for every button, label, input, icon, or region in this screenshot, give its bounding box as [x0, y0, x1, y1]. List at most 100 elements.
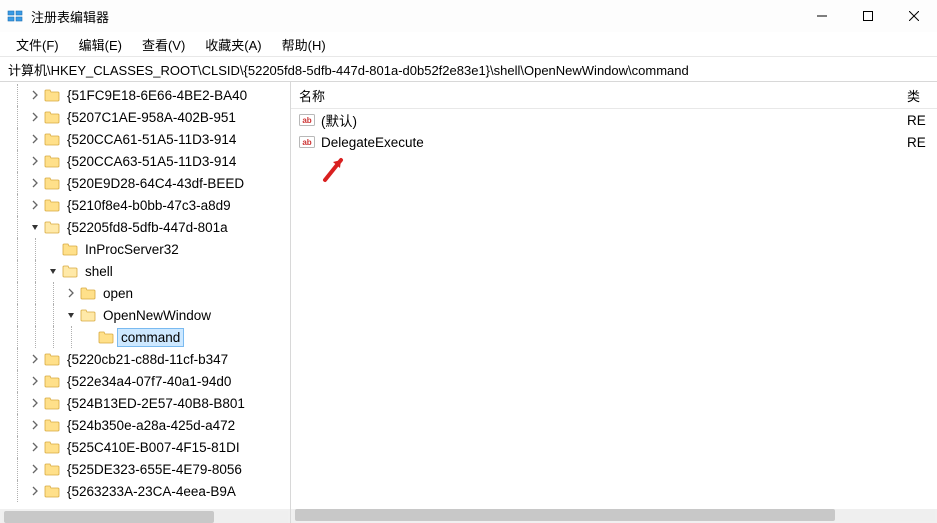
- folder-icon: [80, 308, 96, 322]
- minimize-button[interactable]: [799, 0, 845, 32]
- expander-icon[interactable]: [28, 462, 42, 476]
- value-row[interactable]: abDelegateExecuteRE: [291, 131, 937, 153]
- folder-icon: [44, 418, 60, 432]
- tree-item-label: open: [100, 285, 136, 302]
- expander-icon[interactable]: [64, 308, 78, 322]
- tree-item-label: {524b350e-a28a-425d-a472: [64, 417, 238, 434]
- tree-item-label: {524B13ED-2E57-40B8-B801: [64, 395, 248, 412]
- menu-file[interactable]: 文件(F): [6, 33, 69, 56]
- expander-icon[interactable]: [28, 176, 42, 190]
- window-controls: [799, 0, 937, 32]
- string-value-icon: ab: [299, 134, 315, 150]
- menu-favorites[interactable]: 收藏夹(A): [195, 33, 271, 56]
- tree-item[interactable]: open: [0, 282, 290, 304]
- folder-icon: [44, 220, 60, 234]
- tree-item[interactable]: shell: [0, 260, 290, 282]
- folder-icon: [44, 132, 60, 146]
- svg-text:ab: ab: [302, 116, 311, 125]
- tree-item[interactable]: {51FC9E18-6E66-4BE2-BA40: [0, 84, 290, 106]
- tree-item-label: command: [118, 329, 183, 346]
- tree-item-label: {525DE323-655E-4E79-8056: [64, 461, 245, 478]
- value-name: (默认): [321, 110, 907, 130]
- folder-icon: [44, 374, 60, 388]
- folder-icon: [62, 242, 78, 256]
- menu-edit[interactable]: 编辑(E): [69, 33, 132, 56]
- expander-icon[interactable]: [46, 264, 60, 278]
- value-type: RE: [907, 113, 937, 128]
- folder-icon: [62, 264, 78, 278]
- expander-icon[interactable]: [28, 132, 42, 146]
- tree-item[interactable]: {525C410E-B007-4F15-81DI: [0, 436, 290, 458]
- tree-item-label: InProcServer32: [82, 241, 182, 258]
- window-title: 注册表编辑器: [31, 7, 109, 26]
- folder-icon: [44, 462, 60, 476]
- tree-hscrollbar[interactable]: [0, 509, 290, 523]
- tree-pane: {51FC9E18-6E66-4BE2-BA40{5207C1AE-958A-4…: [0, 82, 291, 523]
- tree-item[interactable]: {5207C1AE-958A-402B-951: [0, 106, 290, 128]
- list-pane: 名称 类 ab(默认)REabDelegateExecuteRE: [291, 82, 937, 523]
- folder-icon: [44, 396, 60, 410]
- menu-view[interactable]: 查看(V): [132, 33, 195, 56]
- address-path: 计算机\HKEY_CLASSES_ROOT\CLSID\{52205fd8-5d…: [8, 60, 689, 79]
- tree-item[interactable]: {5220cb21-c88d-11cf-b347: [0, 348, 290, 370]
- expander-icon[interactable]: [28, 396, 42, 410]
- expander-icon[interactable]: [28, 440, 42, 454]
- column-type[interactable]: 类: [907, 86, 937, 105]
- tree-item[interactable]: {520E9D28-64C4-43df-BEED: [0, 172, 290, 194]
- tree-item[interactable]: OpenNewWindow: [0, 304, 290, 326]
- tree-item[interactable]: {524B13ED-2E57-40B8-B801: [0, 392, 290, 414]
- string-value-icon: ab: [299, 112, 315, 128]
- expander-icon[interactable]: [28, 198, 42, 212]
- list-column-header[interactable]: 名称 类: [291, 82, 937, 109]
- list-hscrollbar[interactable]: [291, 509, 937, 523]
- expander-icon[interactable]: [64, 286, 78, 300]
- svg-text:ab: ab: [302, 138, 311, 147]
- expander-icon[interactable]: [28, 88, 42, 102]
- folder-icon: [44, 110, 60, 124]
- tree-item[interactable]: {5263233A-23CA-4eea-B9A: [0, 480, 290, 502]
- expander-icon[interactable]: [28, 352, 42, 366]
- tree-item-label: shell: [82, 263, 116, 280]
- address-bar[interactable]: 计算机\HKEY_CLASSES_ROOT\CLSID\{52205fd8-5d…: [0, 57, 937, 82]
- tree-item-label: {5263233A-23CA-4eea-B9A: [64, 483, 239, 500]
- tree-item[interactable]: {5210f8e4-b0bb-47c3-a8d9: [0, 194, 290, 216]
- tree-item-label: {52205fd8-5dfb-447d-801a: [64, 219, 231, 236]
- tree-item[interactable]: {525DE323-655E-4E79-8056: [0, 458, 290, 480]
- tree-item-label: {525C410E-B007-4F15-81DI: [64, 439, 243, 456]
- expander-icon[interactable]: [28, 484, 42, 498]
- value-list[interactable]: ab(默认)REabDelegateExecuteRE: [291, 109, 937, 153]
- menu-help[interactable]: 帮助(H): [272, 33, 336, 56]
- expander-icon[interactable]: [28, 220, 42, 234]
- tree-item[interactable]: {520CCA63-51A5-11D3-914: [0, 150, 290, 172]
- folder-icon: [44, 352, 60, 366]
- arrow-annotation-icon: [321, 154, 351, 187]
- folder-icon: [80, 286, 96, 300]
- value-row[interactable]: ab (默认)RE: [291, 109, 937, 131]
- tree-view[interactable]: {51FC9E18-6E66-4BE2-BA40{5207C1AE-958A-4…: [0, 82, 290, 509]
- folder-icon: [44, 176, 60, 190]
- tree-item[interactable]: {522e34a4-07f7-40a1-94d0: [0, 370, 290, 392]
- expander-icon[interactable]: [28, 110, 42, 124]
- tree-item[interactable]: {524b350e-a28a-425d-a472: [0, 414, 290, 436]
- tree-item[interactable]: {520CCA61-51A5-11D3-914: [0, 128, 290, 150]
- tree-item-label: {520CCA61-51A5-11D3-914: [64, 131, 239, 148]
- tree-item[interactable]: command: [0, 326, 290, 348]
- folder-icon: [98, 330, 114, 344]
- folder-icon: [44, 484, 60, 498]
- expander-icon[interactable]: [28, 154, 42, 168]
- tree-item-label: OpenNewWindow: [100, 307, 214, 324]
- tree-item[interactable]: {52205fd8-5dfb-447d-801a: [0, 216, 290, 238]
- expander-icon[interactable]: [28, 418, 42, 432]
- tree-item[interactable]: InProcServer32: [0, 238, 290, 260]
- expander-icon[interactable]: [28, 374, 42, 388]
- value-type: RE: [907, 135, 937, 150]
- folder-icon: [44, 154, 60, 168]
- titlebar: 注册表编辑器: [0, 0, 937, 32]
- tree-item-label: {520E9D28-64C4-43df-BEED: [64, 175, 247, 192]
- main-area: {51FC9E18-6E66-4BE2-BA40{5207C1AE-958A-4…: [0, 82, 937, 523]
- tree-item-label: {520CCA63-51A5-11D3-914: [64, 153, 239, 170]
- column-name[interactable]: 名称: [299, 86, 907, 105]
- folder-icon: [44, 440, 60, 454]
- close-button[interactable]: [891, 0, 937, 32]
- maximize-button[interactable]: [845, 0, 891, 32]
